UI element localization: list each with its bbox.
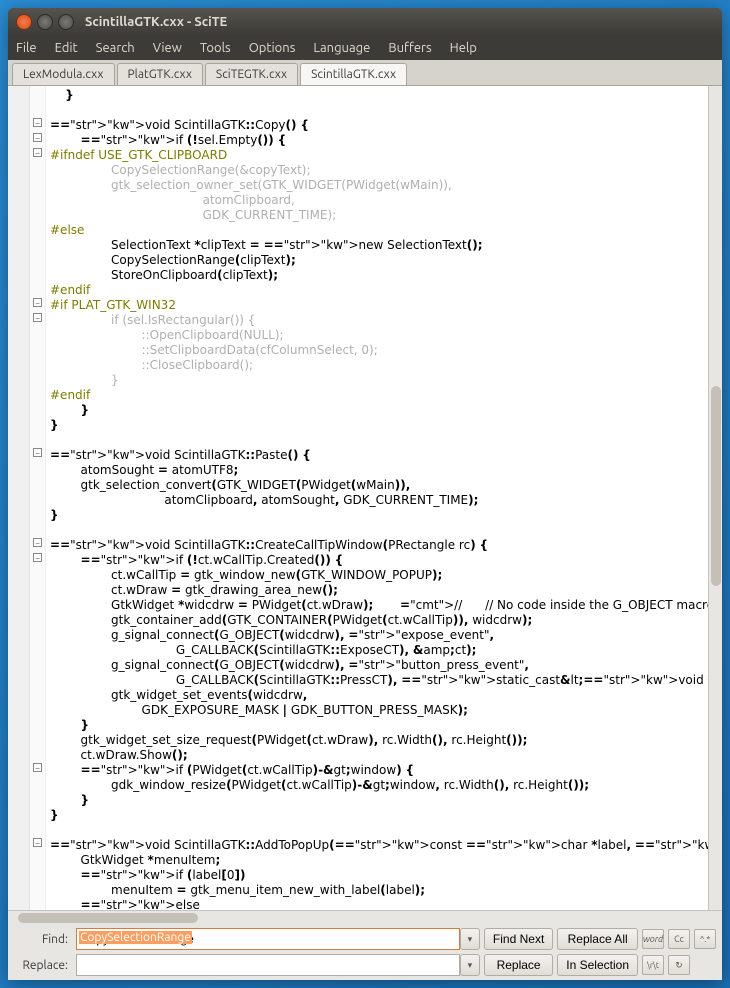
toggle-match-case[interactable]: Cc [668, 929, 690, 949]
scrollbar-thumb[interactable] [711, 386, 721, 586]
fold-toggle[interactable]: − [33, 553, 42, 562]
menu-help[interactable]: Help [450, 41, 477, 55]
in-selection-button[interactable]: In Selection [557, 954, 638, 976]
tabbar: LexModula.cxx PlatGTK.cxx SciTEGTK.cxx S… [8, 60, 722, 86]
maximize-icon[interactable] [58, 14, 74, 30]
close-icon[interactable] [16, 14, 32, 30]
tab-platgtk[interactable]: PlatGTK.cxx [117, 63, 203, 85]
menu-view[interactable]: View [153, 41, 182, 55]
toggle-wrap[interactable]: ↻ [668, 955, 690, 975]
toggle-backslash[interactable]: \r\t [642, 955, 664, 975]
fold-toggle[interactable]: − [33, 448, 42, 457]
fold-toggle[interactable]: − [33, 148, 42, 157]
line-gutter [8, 86, 30, 910]
editor: − − − − − − − − − − } =="str">"kw">void Scintilla… [8, 86, 722, 910]
menu-search[interactable]: Search [96, 41, 135, 55]
replace-input[interactable] [76, 954, 460, 976]
horizontal-scrollbar[interactable] [8, 910, 722, 924]
code-area[interactable]: } =="str">"kw">void ScintillaGTK::Copy()… [46, 86, 708, 910]
fold-toggle[interactable]: − [33, 763, 42, 772]
window-title: ScintillaGTK.cxx - SciTE [85, 15, 227, 29]
minimize-icon[interactable] [37, 14, 53, 30]
vertical-scrollbar[interactable] [708, 86, 722, 910]
find-input[interactable] [76, 928, 460, 950]
replace-button[interactable]: Replace [484, 954, 553, 976]
fold-toggle[interactable]: − [33, 538, 42, 547]
find-next-button[interactable]: Find Next [484, 928, 553, 950]
scrollbar-thumb[interactable] [18, 913, 198, 923]
replace-history-dropdown[interactable]: ▾ [460, 954, 480, 976]
tab-lexmodula[interactable]: LexModula.cxx [12, 63, 115, 85]
fold-margin[interactable]: − − − − − − − − − − [30, 86, 46, 910]
tab-scintillagtk[interactable]: ScintillaGTK.cxx [300, 63, 407, 85]
replace-label: Replace: [14, 959, 72, 972]
menu-options[interactable]: Options [249, 41, 296, 55]
titlebar: ScintillaGTK.cxx - SciTE [8, 8, 722, 36]
fold-toggle[interactable]: − [33, 118, 42, 127]
toggle-whole-word[interactable]: word [642, 929, 664, 949]
find-bar: Find: CopySelectionRange ▾ Find Next Rep… [8, 924, 722, 980]
menu-buffers[interactable]: Buffers [388, 41, 431, 55]
find-label: Find: [14, 933, 72, 946]
menu-tools[interactable]: Tools [200, 41, 231, 55]
menu-file[interactable]: File [16, 41, 37, 55]
app-window: ScintillaGTK.cxx - SciTE File Edit Searc… [8, 8, 722, 980]
fold-toggle[interactable]: − [33, 313, 42, 322]
fold-toggle[interactable]: − [33, 838, 42, 847]
menu-edit[interactable]: Edit [55, 41, 78, 55]
find-history-dropdown[interactable]: ▾ [460, 928, 480, 950]
toggle-regex[interactable]: ^.* [694, 929, 716, 949]
menubar: File Edit Search View Tools Options Lang… [8, 36, 722, 60]
replace-all-button[interactable]: Replace All [557, 928, 638, 950]
fold-toggle[interactable]: − [33, 298, 42, 307]
fold-toggle[interactable]: − [33, 133, 42, 142]
menu-language[interactable]: Language [313, 41, 370, 55]
tab-scitegtk[interactable]: SciTEGTK.cxx [205, 63, 298, 85]
